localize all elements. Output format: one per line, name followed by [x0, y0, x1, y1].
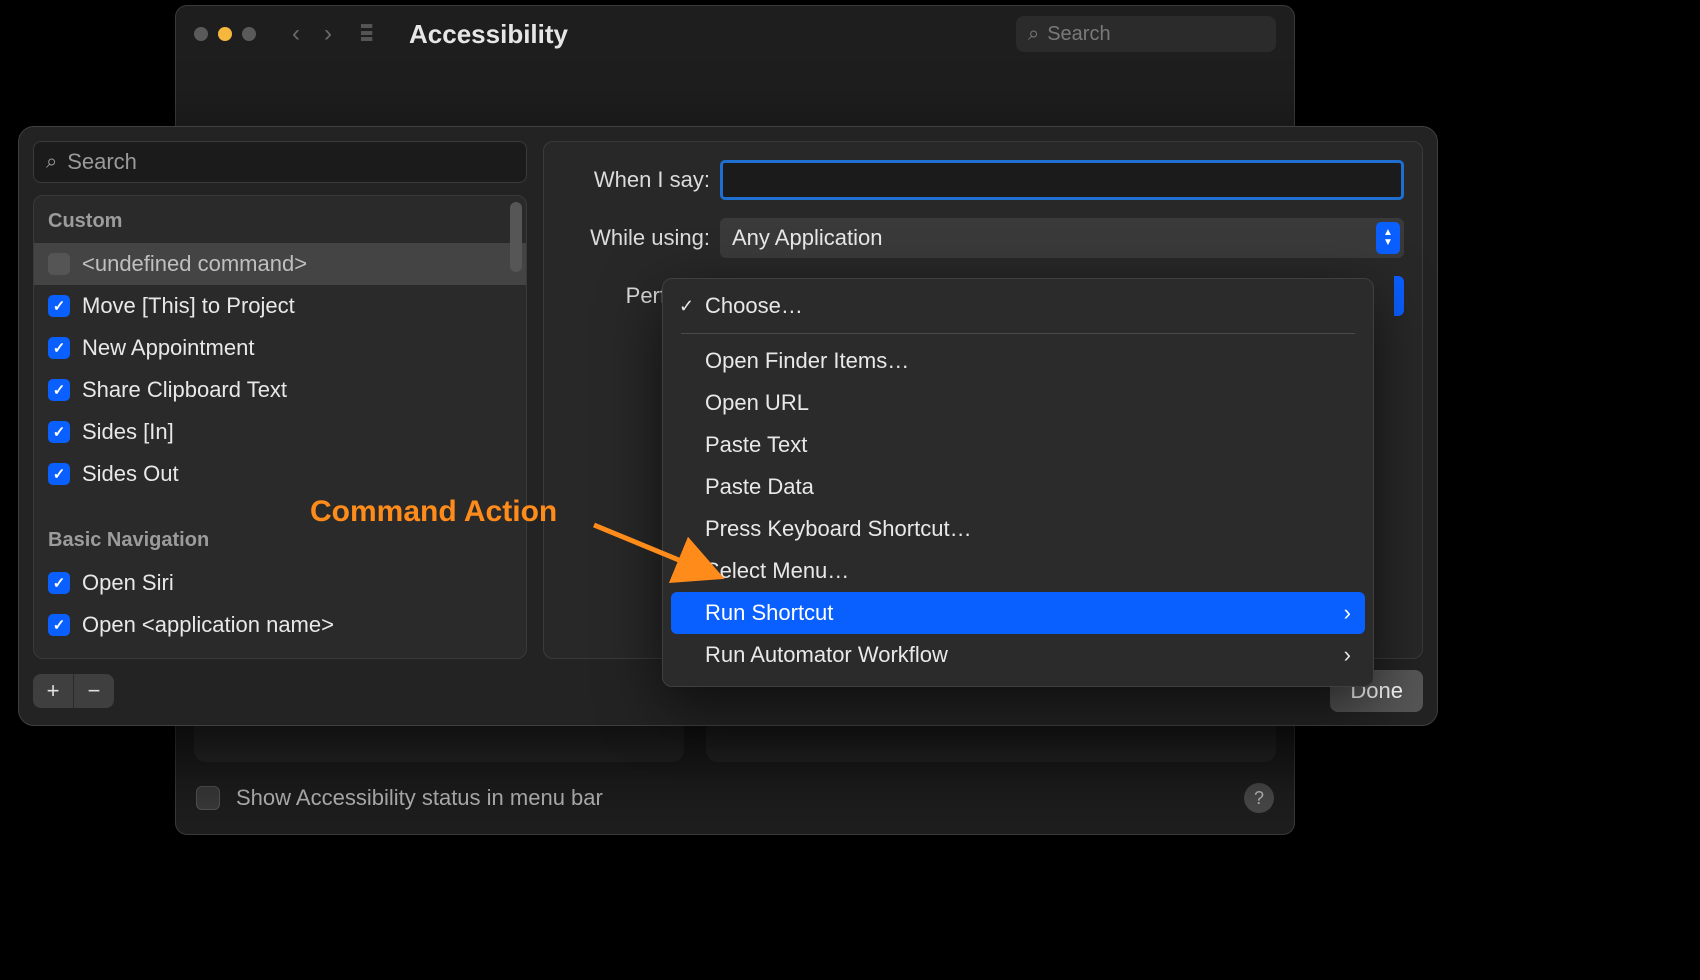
commands-list[interactable]: Custom ✓ <undefined command> ✓ Move [Thi… — [33, 195, 527, 659]
show-status-label: Show Accessibility status in menu bar — [236, 785, 603, 811]
apps-grid-icon[interactable]: ▪▪▪▪▪▪▪▪▪ — [360, 24, 371, 43]
menu-item-run-automator[interactable]: Run Automator Workflow › — [671, 634, 1365, 676]
list-item[interactable]: ✓ Move [This] to Project — [34, 285, 526, 327]
list-item[interactable]: ✓ Share Clipboard Text — [34, 369, 526, 411]
status-bar-row: Show Accessibility status in menu bar ? — [188, 776, 1282, 820]
while-using-value: Any Application — [732, 225, 882, 251]
list-item[interactable]: ✓ New Appointment — [34, 327, 526, 369]
checkbox[interactable]: ✓ — [48, 253, 70, 275]
search-icon: ⌕ — [1028, 23, 1039, 46]
settings-search-placeholder: Search — [1047, 23, 1110, 46]
nav-arrows: ‹ › — [292, 20, 332, 48]
checkbox[interactable]: ✓ — [48, 379, 70, 401]
menu-item-label: Run Shortcut — [705, 600, 833, 626]
bg-left-panel-strip: ▶ — [194, 722, 684, 762]
command-label: Open <application name> — [82, 612, 334, 638]
menu-item-label: Paste Text — [705, 432, 807, 458]
commands-search-placeholder: Search — [67, 149, 137, 175]
checkmark-icon: ✓ — [679, 296, 694, 317]
menu-item-run-shortcut[interactable]: Run Shortcut › — [671, 592, 1365, 634]
menu-item-press-shortcut[interactable]: Press Keyboard Shortcut… — [671, 508, 1365, 550]
command-label: Share Clipboard Text — [82, 377, 287, 403]
menu-item-paste-text[interactable]: Paste Text — [671, 424, 1365, 466]
settings-search[interactable]: ⌕ Search — [1016, 16, 1276, 52]
command-label: <undefined command> — [82, 251, 307, 277]
list-item[interactable]: ✓ Open <application name> — [34, 604, 526, 646]
remove-command-button[interactable]: − — [74, 674, 114, 708]
menu-item-label: Paste Data — [705, 474, 814, 500]
add-remove-segment: + − — [33, 674, 114, 708]
show-status-checkbox[interactable] — [196, 786, 220, 810]
list-item[interactable]: ✓ <undefined command> — [34, 243, 526, 285]
menu-item-choose[interactable]: ✓ Choose… — [671, 285, 1365, 327]
group-header-basic-nav: Basic Navigation — [34, 495, 526, 562]
command-editor-panel: When I say: While using: Any Application… — [543, 141, 1423, 659]
close-window-icon[interactable] — [194, 27, 208, 41]
while-using-label: While using: — [568, 225, 720, 251]
menu-item-label: Run Automator Workflow — [705, 642, 948, 668]
zoom-window-icon[interactable] — [242, 27, 256, 41]
command-label: Sides Out — [82, 461, 179, 487]
menu-item-open-url[interactable]: Open URL — [671, 382, 1365, 424]
group-header-custom: Custom — [34, 196, 526, 243]
menu-item-label: Select Menu… — [705, 558, 849, 584]
checkbox[interactable]: ✓ — [48, 337, 70, 359]
help-button[interactable]: ? — [1244, 783, 1274, 813]
checkbox[interactable]: ✓ — [48, 572, 70, 594]
checkbox[interactable]: ✓ — [48, 463, 70, 485]
select-stepper-icon: ▲▼ — [1376, 222, 1400, 254]
search-icon: ⌕ — [46, 151, 57, 174]
command-label: Sides [In] — [82, 419, 174, 445]
window-controls — [194, 27, 256, 41]
list-item[interactable]: ✓ Open Siri — [34, 562, 526, 604]
nav-forward-icon[interactable]: › — [324, 20, 332, 48]
command-label: Open Siri — [82, 570, 174, 596]
checkbox[interactable]: ✓ — [48, 295, 70, 317]
menu-item-paste-data[interactable]: Paste Data — [671, 466, 1365, 508]
commands-search-input[interactable]: ⌕ Search — [33, 141, 527, 183]
checkbox[interactable]: ✓ — [48, 614, 70, 636]
add-command-button[interactable]: + — [33, 674, 73, 708]
menu-separator — [681, 333, 1355, 334]
chevron-right-icon: › — [1344, 642, 1351, 668]
menu-item-open-finder[interactable]: Open Finder Items… — [671, 340, 1365, 382]
voice-commands-sheet: ⌕ Search Custom ✓ <undefined command> ✓ … — [18, 126, 1438, 726]
minimize-window-icon[interactable] — [218, 27, 232, 41]
scrollbar[interactable] — [510, 202, 522, 272]
while-using-select[interactable]: Any Application ▲▼ — [720, 218, 1404, 258]
list-item[interactable]: ✓ Sides [In] — [34, 411, 526, 453]
select-stepper-edge — [1394, 276, 1404, 316]
list-item[interactable]: ✓ Sides Out — [34, 453, 526, 495]
when-i-say-label: When I say: — [568, 167, 720, 193]
titlebar: ‹ › ▪▪▪▪▪▪▪▪▪ Accessibility ⌕ Search — [176, 6, 1294, 62]
menu-item-label: Choose… — [705, 293, 803, 319]
command-label: Move [This] to Project — [82, 293, 295, 319]
command-label: New Appointment — [82, 335, 254, 361]
nav-back-icon[interactable]: ‹ — [292, 20, 300, 48]
menu-item-select-menu[interactable]: Select Menu… — [671, 550, 1365, 592]
menu-item-label: Open URL — [705, 390, 809, 416]
checkbox[interactable]: ✓ — [48, 421, 70, 443]
when-i-say-input[interactable] — [720, 160, 1404, 200]
bg-right-panel-strip — [706, 722, 1276, 762]
chevron-right-icon: › — [1344, 600, 1351, 626]
window-title: Accessibility — [409, 19, 568, 50]
perform-action-menu[interactable]: ✓ Choose… Open Finder Items… Open URL Pa… — [662, 278, 1374, 687]
menu-item-label: Open Finder Items… — [705, 348, 909, 374]
menu-item-label: Press Keyboard Shortcut… — [705, 516, 972, 542]
